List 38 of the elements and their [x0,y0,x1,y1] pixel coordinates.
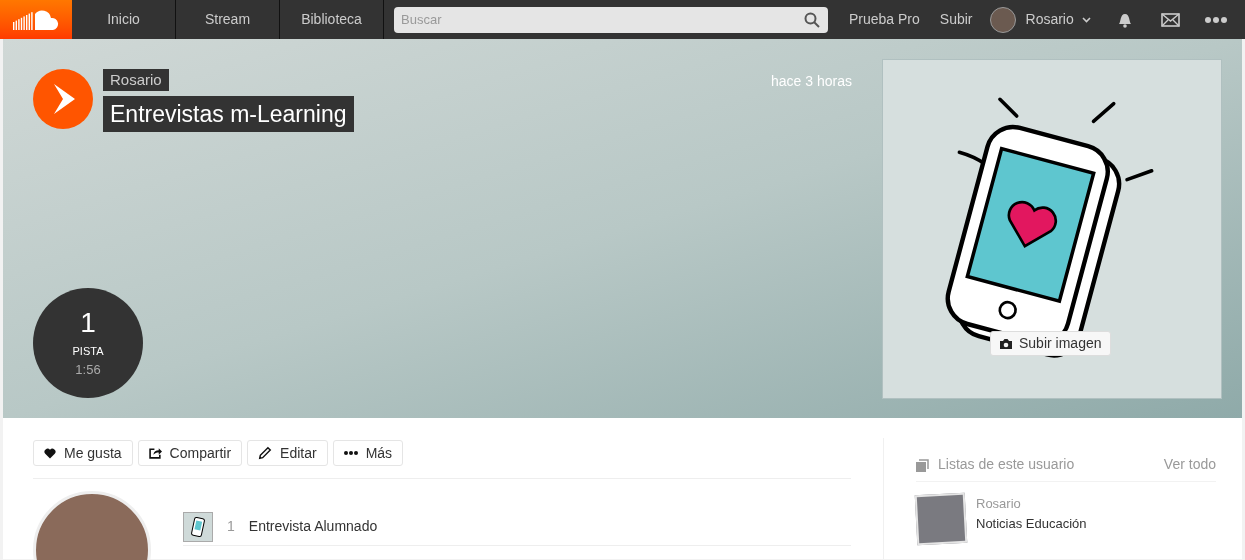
pencil-icon [258,446,273,460]
phone-icon [191,516,205,537]
sidebar-heading: Listas de este usuario [938,455,1075,474]
mail-icon[interactable] [1160,12,1180,27]
track-title[interactable]: Entrevista Alumnado [248,516,378,537]
posted-time: hace 3 horas [771,72,852,91]
bell-icon[interactable] [1116,11,1133,28]
user-avatar[interactable] [989,6,1016,33]
action-button[interactable]: Me gusta [33,440,133,466]
action-button[interactable]: Más [332,440,404,466]
play-button[interactable] [33,69,93,129]
nav-link[interactable]: Subir [939,9,973,30]
track-count: 1 [80,307,96,339]
total-duration: 1:56 [75,360,101,379]
search-icon[interactable] [804,11,820,28]
search-field[interactable]: Buscar [394,6,828,33]
upload-image-button[interactable]: Subir imagen [990,331,1111,356]
uploader-name[interactable]: Rosario [103,69,169,91]
track-number: 1 [227,517,235,536]
playlist-photo-placeholder [914,492,968,546]
more-icon [343,451,358,455]
cloud-logo-icon [13,9,59,30]
chevron-down-icon[interactable] [1081,16,1091,23]
logo[interactable] [0,0,72,39]
track-row[interactable]: 1 Entrevista Alumnado [183,508,851,546]
heart-icon [44,447,56,459]
action-button[interactable]: Editar [247,440,328,466]
more-icon[interactable] [1204,16,1227,23]
playlists-icon [916,457,930,472]
share-icon [148,447,162,459]
nav-link[interactable]: Prueba Pro [849,9,920,30]
playlist-title: Entrevistas m-Learning [103,96,354,132]
playlist-name[interactable]: Noticias Educación [976,513,1087,533]
camera-icon [999,337,1013,350]
user-menu[interactable]: Rosario [1025,9,1074,30]
action-button[interactable]: Compartir [137,440,243,466]
track-count-label: PISTA [72,344,104,359]
play-icon [51,84,75,114]
